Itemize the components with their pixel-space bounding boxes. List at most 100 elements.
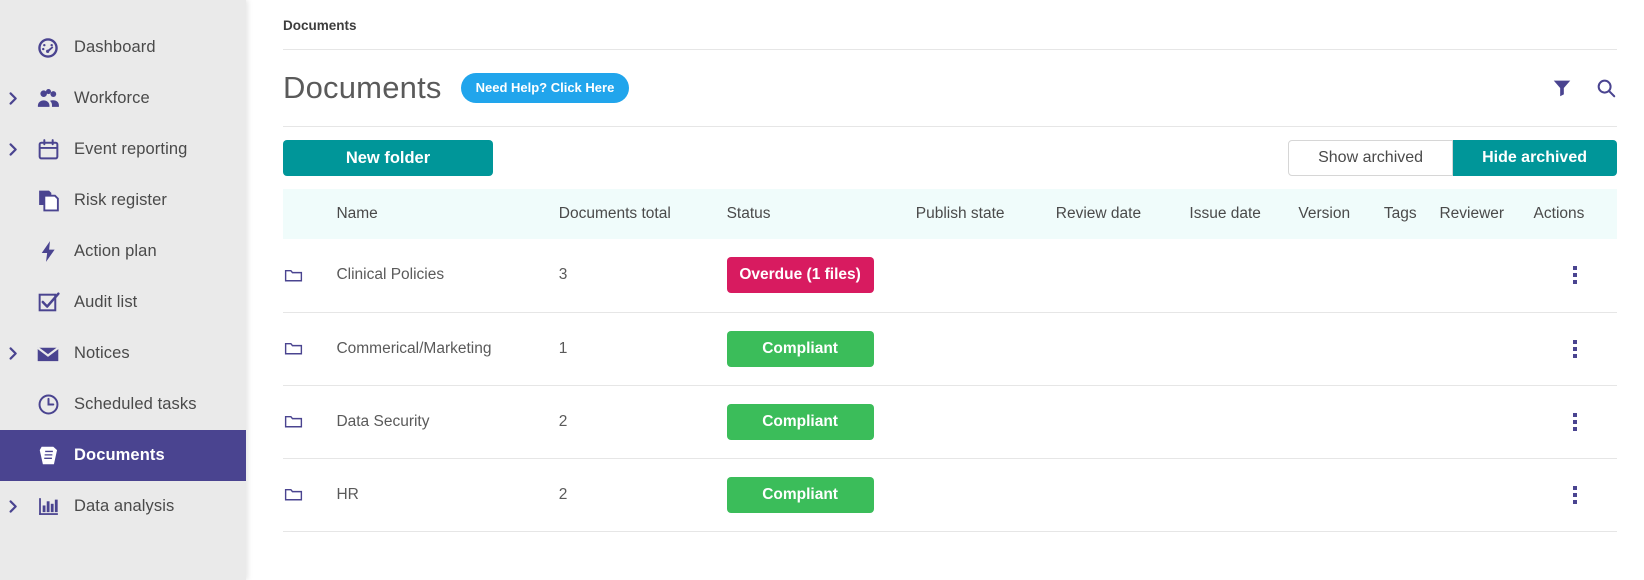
row-folder-cell <box>283 312 336 385</box>
column-header-version[interactable]: Version <box>1298 189 1384 239</box>
row-reviewer <box>1439 239 1533 312</box>
row-reviewer <box>1439 385 1533 458</box>
more-actions-icon[interactable] <box>1534 339 1617 358</box>
folder-icon <box>283 265 336 286</box>
more-actions-icon[interactable] <box>1534 266 1617 285</box>
row-folder-cell <box>283 385 336 458</box>
sidebar-item-workforce[interactable]: Workforce <box>0 73 246 124</box>
row-version <box>1298 385 1384 458</box>
sidebar-item-audit-list[interactable]: Audit list <box>0 277 246 328</box>
app-root: Dashboard Workforce Event reporting Risk re… <box>0 0 1644 580</box>
hide-archived-button[interactable]: Hide archived <box>1453 140 1617 176</box>
row-reviewer <box>1439 458 1533 531</box>
sidebar-item-label: Audit list <box>74 293 138 311</box>
sidebar-item-data-analysis[interactable]: Data analysis <box>0 481 246 532</box>
row-version <box>1298 239 1384 312</box>
sidebar-item-label: Event reporting <box>74 140 188 158</box>
funnel-icon[interactable] <box>1551 77 1573 99</box>
help-badge[interactable]: Need Help? Click Here <box>460 73 630 103</box>
row-tags <box>1384 458 1440 531</box>
chevron-right-icon[interactable] <box>0 500 26 513</box>
column-header-icon-spacer <box>283 189 336 239</box>
sidebar-item-event-reporting[interactable]: Event reporting <box>0 124 246 175</box>
column-header-tags[interactable]: Tags <box>1384 189 1440 239</box>
documents-icon <box>26 188 70 213</box>
status-badge[interactable]: Compliant <box>726 476 874 513</box>
status-badge[interactable]: Compliant <box>726 330 874 367</box>
row-folder-cell <box>283 458 336 531</box>
status-badge[interactable]: Overdue (1 files) <box>726 257 874 294</box>
table-row[interactable]: HR 2 Compliant <box>283 458 1617 531</box>
row-version <box>1298 312 1384 385</box>
new-folder-button[interactable]: New folder <box>283 140 493 176</box>
archived-toggle-group: Show archived Hide archived <box>1288 140 1617 176</box>
row-version <box>1298 458 1384 531</box>
row-tags <box>1384 312 1440 385</box>
table-row[interactable]: Commerical/Marketing 1 Compliant <box>283 312 1617 385</box>
more-actions-icon[interactable] <box>1534 485 1617 504</box>
folder-icon <box>283 338 336 359</box>
chevron-right-icon[interactable] <box>0 347 26 360</box>
clock-icon <box>26 392 70 417</box>
row-review-date <box>1056 458 1190 531</box>
row-status-cell: Compliant <box>726 385 916 458</box>
row-status-cell: Compliant <box>726 312 916 385</box>
sidebar-item-label: Risk register <box>74 191 167 209</box>
toolbar: New folder Show archived Hide archived <box>246 127 1644 189</box>
sidebar-item-label: Data analysis <box>74 497 175 515</box>
row-documents-total: 2 <box>558 412 568 430</box>
column-header-publish-state[interactable]: Publish state <box>916 189 1056 239</box>
search-icon[interactable] <box>1595 77 1617 99</box>
column-header-reviewer[interactable]: Reviewer <box>1439 189 1533 239</box>
column-header-review-date[interactable]: Review date <box>1056 189 1190 239</box>
sidebar-item-documents[interactable]: Documents <box>0 430 246 481</box>
row-publish-state <box>916 312 1056 385</box>
row-name[interactable]: HR <box>336 458 558 531</box>
column-header-status[interactable]: Status <box>727 189 916 239</box>
sidebar-item-notices[interactable]: Notices <box>0 328 246 379</box>
more-actions-icon[interactable] <box>1534 412 1617 431</box>
show-archived-button[interactable]: Show archived <box>1288 140 1454 176</box>
main-content: Documents Documents Need Help? Click Her… <box>246 0 1644 580</box>
row-issue-date <box>1189 385 1298 458</box>
chevron-right-icon[interactable] <box>0 92 26 105</box>
row-status-cell: Compliant <box>726 458 916 531</box>
row-tags <box>1384 239 1440 312</box>
row-folder-cell <box>283 239 336 312</box>
column-header-issue-date[interactable]: Issue date <box>1189 189 1298 239</box>
sidebar-item-scheduled-tasks[interactable]: Scheduled tasks <box>0 379 246 430</box>
sidebar-item-label: Notices <box>74 344 130 362</box>
sidebar-item-action-plan[interactable]: Action plan <box>0 226 246 277</box>
row-name[interactable]: Clinical Policies <box>336 239 558 312</box>
row-status-cell: Overdue (1 files) <box>726 239 916 312</box>
table-header-row: Name Documents total Status Publish state Re… <box>283 189 1617 239</box>
breadcrumb[interactable]: Documents <box>246 0 1644 49</box>
people-icon <box>26 85 70 112</box>
row-issue-date <box>1189 239 1298 312</box>
sidebar-item-dashboard[interactable]: Dashboard <box>0 22 246 73</box>
row-actions-cell <box>1534 385 1617 458</box>
row-name[interactable]: Data Security <box>336 385 558 458</box>
folder-icon <box>283 484 336 505</box>
documents-table-wrap: Name Documents total Status Publish state Re… <box>246 189 1644 532</box>
status-badge[interactable]: Compliant <box>726 403 874 440</box>
table-row[interactable]: Data Security 2 Compliant <box>283 385 1617 458</box>
row-publish-state <box>916 385 1056 458</box>
sidebar-item-label: Documents <box>74 446 165 464</box>
sidebar: Dashboard Workforce Event reporting Risk re… <box>0 0 246 580</box>
column-header-documents-total[interactable]: Documents total <box>559 189 727 239</box>
row-reviewer <box>1439 312 1533 385</box>
sidebar-item-label: Scheduled tasks <box>74 395 197 413</box>
row-name[interactable]: Commerical/Marketing <box>336 312 558 385</box>
page-title: Documents <box>283 70 442 105</box>
column-header-name[interactable]: Name <box>336 189 558 239</box>
row-documents-total: 3 <box>558 266 568 284</box>
documents-table: Name Documents total Status Publish state Re… <box>283 189 1617 532</box>
row-actions-cell <box>1534 458 1617 531</box>
table-head: Name Documents total Status Publish state Re… <box>283 189 1617 239</box>
sidebar-item-risk-register[interactable]: Risk register <box>0 175 246 226</box>
row-review-date <box>1056 239 1190 312</box>
chevron-right-icon[interactable] <box>0 143 26 156</box>
column-header-actions[interactable]: Actions <box>1534 189 1617 239</box>
table-row[interactable]: Clinical Policies 3 Overdue (1 files) <box>283 239 1617 312</box>
